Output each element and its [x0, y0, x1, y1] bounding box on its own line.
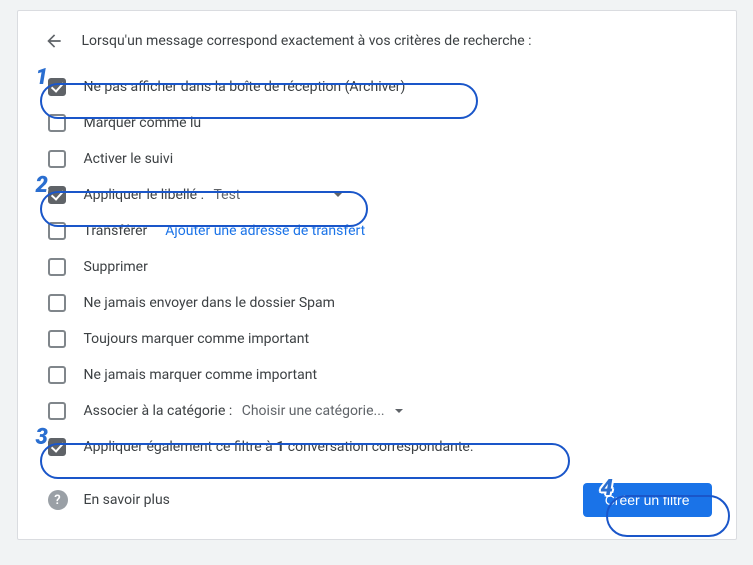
label-important: Toujours marquer comme important — [84, 331, 310, 347]
option-label: Appliquer le libellé : Test — [48, 177, 712, 213]
option-forward: Transférer Ajouter une adresse de transf… — [48, 213, 712, 249]
checkbox-delete[interactable] — [48, 258, 66, 276]
forward-link[interactable]: Ajouter une adresse de transfert — [165, 223, 365, 239]
checkbox-read[interactable] — [48, 114, 66, 132]
learn-more-link[interactable]: En savoir plus — [84, 492, 170, 508]
chevron-down-icon — [395, 409, 403, 413]
checkbox-noimportant[interactable] — [48, 366, 66, 384]
dialog-title: Lorsqu'un message correspond exactement … — [82, 33, 532, 49]
label-forward: Transférer — [84, 223, 148, 239]
label-label: Appliquer le libellé : Test — [84, 187, 343, 203]
badge-1: 1 — [36, 65, 48, 90]
label-dropdown[interactable]: Test — [213, 187, 342, 203]
checkbox-category[interactable] — [48, 402, 66, 420]
label-category: Associer à la catégorie : Choisir une ca… — [84, 403, 403, 419]
label-read: Marquer comme lu — [84, 115, 202, 131]
label-archive: Ne pas afficher dans la boîte de récepti… — [84, 79, 406, 95]
label-noimportant: Ne jamais marquer comme important — [84, 367, 318, 383]
checkbox-nospam[interactable] — [48, 294, 66, 312]
dialog-header: Lorsqu'un message correspond exactement … — [42, 29, 712, 53]
label-delete: Supprimer — [84, 259, 148, 275]
checkbox-label[interactable] — [48, 186, 66, 204]
checkbox-apply-existing[interactable] — [48, 438, 66, 456]
badge-2: 2 — [36, 173, 48, 198]
dialog-footer: ? En savoir plus Créer un filtre — [42, 483, 712, 517]
badge-3: 3 — [36, 425, 48, 450]
option-important: Toujours marquer comme important — [48, 321, 712, 357]
checkbox-star[interactable] — [48, 150, 66, 168]
option-archive: Ne pas afficher dans la boîte de récepti… — [48, 69, 712, 105]
label-nospam: Ne jamais envoyer dans le dossier Spam — [84, 295, 335, 311]
option-apply-existing: Appliquer également ce filtre à 1 conver… — [48, 429, 712, 465]
label-star: Activer le suivi — [84, 151, 174, 167]
filter-dialog: Lorsqu'un message correspond exactement … — [17, 10, 737, 540]
checkbox-important[interactable] — [48, 330, 66, 348]
option-read: Marquer comme lu — [48, 105, 712, 141]
create-filter-button[interactable]: Créer un filtre — [583, 483, 712, 517]
option-nospam: Ne jamais envoyer dans le dossier Spam — [48, 285, 712, 321]
help-icon[interactable]: ? — [48, 490, 68, 510]
option-category: Associer à la catégorie : Choisir une ca… — [48, 393, 712, 429]
category-dropdown[interactable]: Choisir une catégorie... — [242, 403, 403, 419]
chevron-down-icon — [334, 193, 342, 197]
option-star: Activer le suivi — [48, 141, 712, 177]
option-noimportant: Ne jamais marquer comme important — [48, 357, 712, 393]
option-delete: Supprimer — [48, 249, 712, 285]
label-apply-existing: Appliquer également ce filtre à 1 conver… — [84, 439, 474, 455]
checkbox-forward[interactable] — [48, 222, 66, 240]
checkbox-archive[interactable] — [48, 78, 66, 96]
help-section: ? En savoir plus — [48, 490, 170, 510]
back-icon[interactable] — [42, 29, 66, 53]
